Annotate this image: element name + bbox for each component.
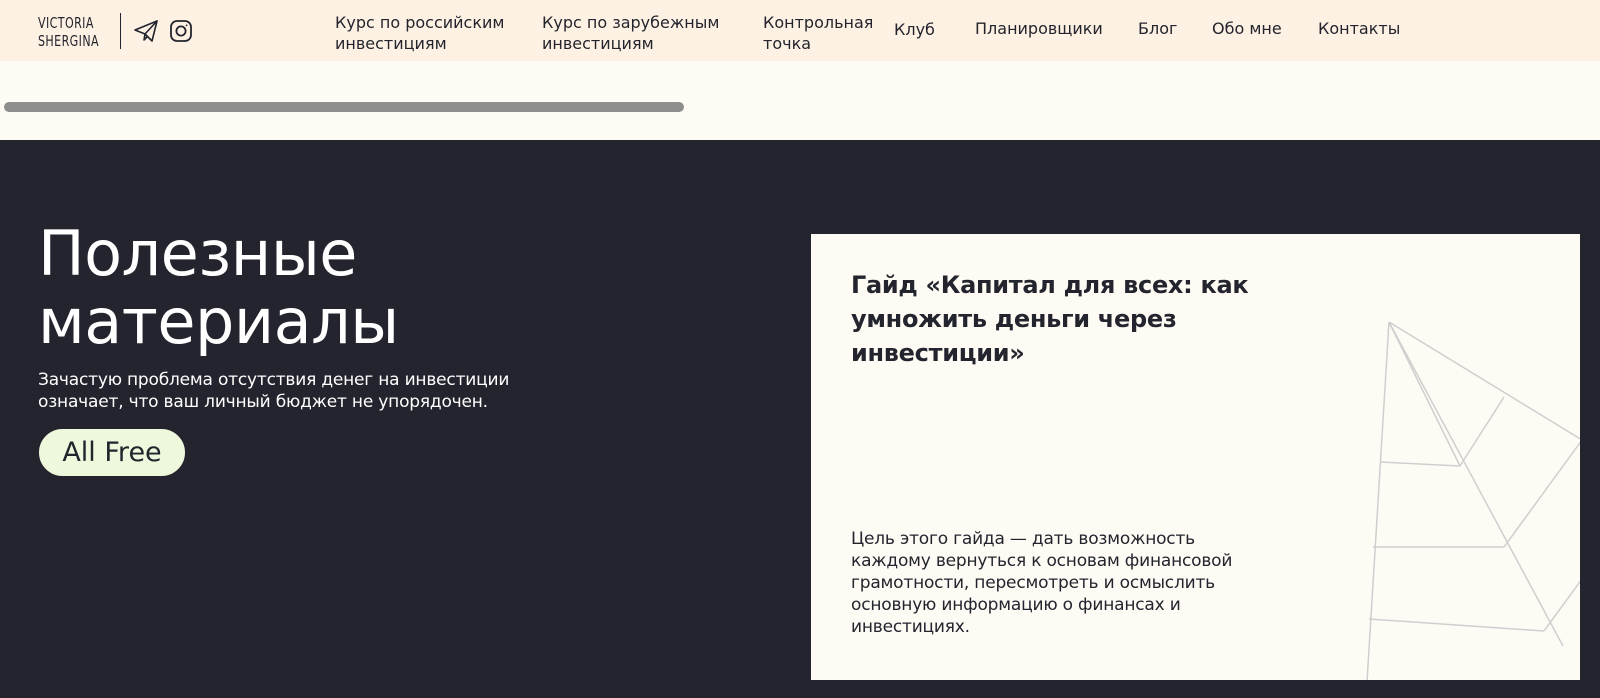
nav-blog[interactable]: Блог: [1138, 18, 1177, 39]
nav-russian-course-label: Курс по российским инвестициям: [335, 13, 505, 53]
nav-about[interactable]: Обо мне: [1212, 18, 1282, 39]
logo-line-2: SHERGINA: [38, 32, 100, 50]
nav-contacts[interactable]: Контакты: [1318, 18, 1400, 39]
instagram-icon[interactable]: [168, 18, 194, 44]
nav-contacts-label: Контакты: [1318, 19, 1401, 38]
guide-card-title: Гайд «Капитал для всех: как умножить ден…: [851, 271, 1249, 367]
nav-club[interactable]: Клуб: [894, 19, 935, 40]
page-subtitle: Зачастую проблема отсутствия денег на ин…: [38, 370, 510, 412]
guide-card[interactable]: Гайд «Капитал для всех: как умножить ден…: [810, 233, 1581, 681]
nav-foreign-course[interactable]: Курс по зарубежным инвестициям: [542, 12, 727, 54]
nav-planners-label: Планировщики: [975, 19, 1103, 38]
nav-checkpoint-label: Контрольная точка: [763, 13, 874, 53]
logo[interactable]: VICTORIA SHERGINA: [38, 14, 99, 50]
logo-divider: [120, 13, 121, 49]
page-title: Полезные материалы: [38, 217, 399, 358]
nav-foreign-course-label: Курс по зарубежным инвестициям: [542, 13, 720, 53]
all-free-button[interactable]: All Free: [38, 428, 186, 477]
nav-club-label: Клуб: [894, 20, 935, 39]
nav-russian-course[interactable]: Курс по российским инвестициям: [335, 12, 515, 54]
logo-line-1: VICTORIA: [38, 14, 94, 32]
scroll-strip: [0, 61, 1600, 140]
nav-about-label: Обо мне: [1212, 19, 1282, 38]
telegram-icon[interactable]: [133, 18, 159, 44]
nav-checkpoint[interactable]: Контрольная точка: [763, 12, 878, 54]
guide-card-description: Цель этого гайда — дать возможность кажд…: [851, 529, 1233, 637]
nav-blog-label: Блог: [1138, 19, 1178, 38]
horizontal-scrollbar[interactable]: [4, 102, 684, 112]
nav-planners[interactable]: Планировщики: [975, 18, 1103, 39]
header: VICTORIA SHERGINA Курс по российским инв…: [0, 0, 1600, 61]
